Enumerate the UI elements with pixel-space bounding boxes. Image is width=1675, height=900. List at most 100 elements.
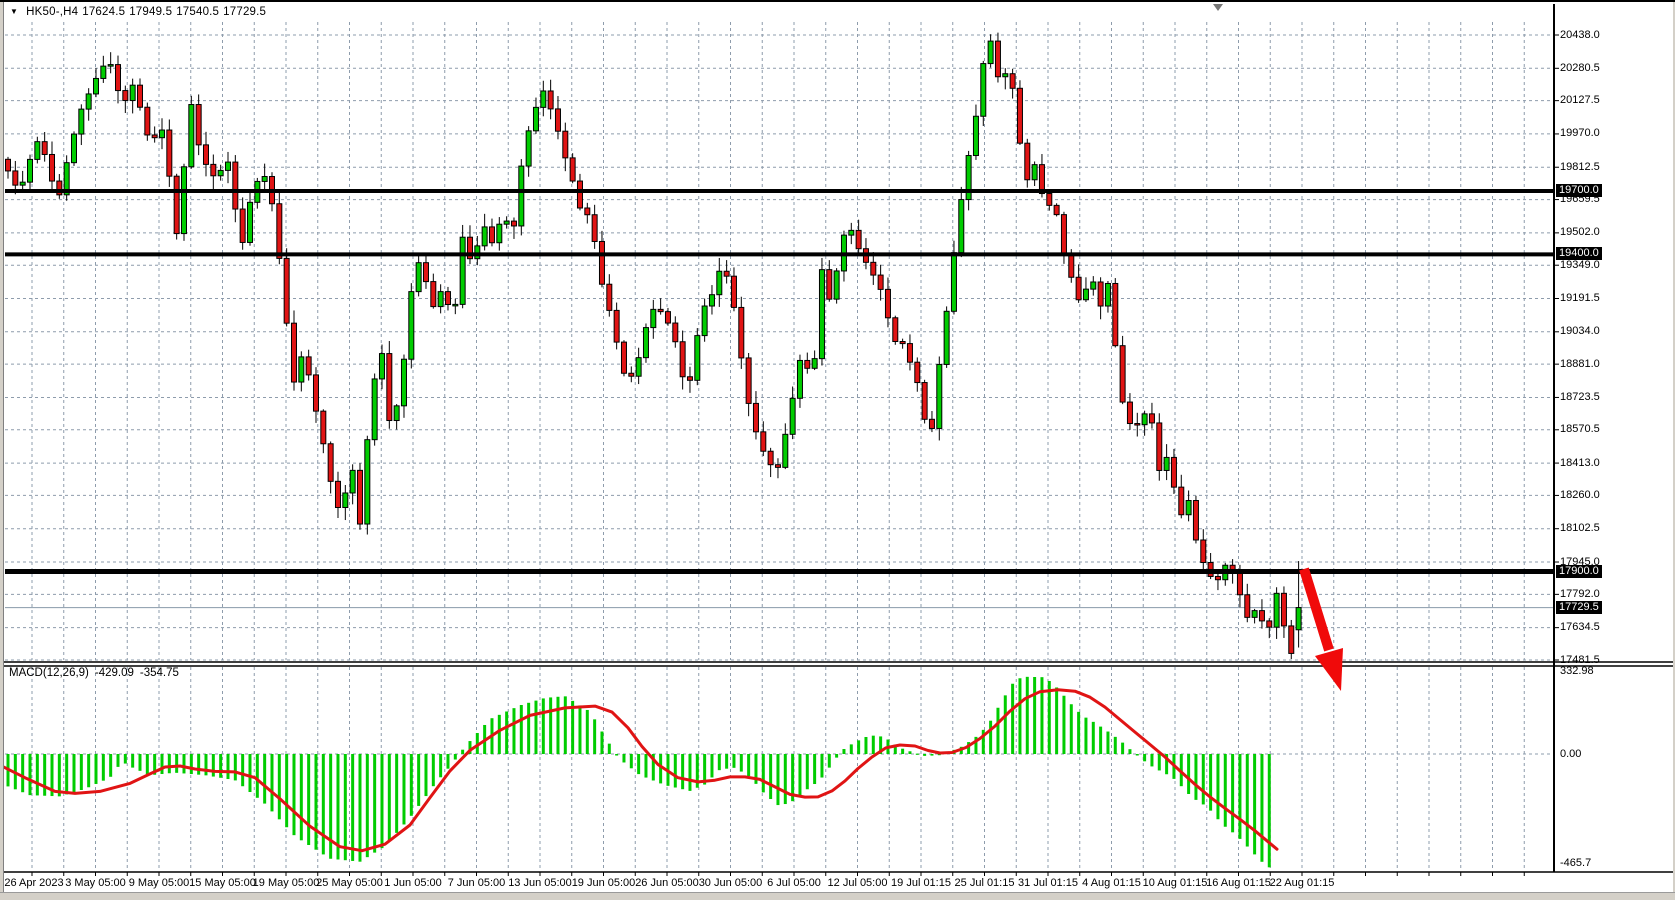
candle-bearish[interactable]	[152, 135, 157, 138]
candle-bearish[interactable]	[577, 181, 582, 208]
candle-bearish[interactable]	[1215, 576, 1220, 579]
candle-bullish[interactable]	[394, 406, 399, 421]
candle-bearish[interactable]	[13, 171, 18, 185]
candle-bearish[interactable]	[203, 145, 208, 165]
candle-bullish[interactable]	[299, 357, 304, 382]
candle-bearish[interactable]	[42, 142, 47, 155]
candle-bullish[interactable]	[1252, 611, 1257, 618]
candle-bearish[interactable]	[387, 354, 392, 421]
candle-bullish[interactable]	[460, 237, 465, 304]
candle-bearish[interactable]	[680, 342, 685, 377]
candle-bullish[interactable]	[130, 85, 135, 100]
candle-bearish[interactable]	[871, 262, 876, 275]
candle-bullish[interactable]	[504, 221, 509, 224]
candle-bearish[interactable]	[1289, 626, 1294, 654]
candle-bearish[interactable]	[805, 360, 810, 368]
candle-bearish[interactable]	[621, 342, 626, 373]
candle-bullish[interactable]	[643, 328, 648, 358]
candle-bearish[interactable]	[761, 432, 766, 451]
candle-bearish[interactable]	[1076, 277, 1081, 299]
candle-bullish[interactable]	[71, 134, 76, 163]
candle-bullish[interactable]	[35, 142, 40, 160]
candle-bullish[interactable]	[438, 292, 443, 307]
candle-bearish[interactable]	[174, 176, 179, 233]
candle-bullish[interactable]	[1105, 283, 1110, 306]
candle-bullish[interactable]	[651, 309, 656, 327]
candle-bearish[interactable]	[687, 377, 692, 381]
candle-bullish[interactable]	[79, 109, 84, 134]
candle-bearish[interactable]	[1245, 595, 1250, 618]
candle-bearish[interactable]	[1259, 611, 1264, 621]
candle-bearish[interactable]	[1179, 487, 1184, 515]
candle-bullish[interactable]	[93, 78, 98, 93]
candle-bearish[interactable]	[1149, 414, 1154, 423]
candle-bearish[interactable]	[563, 131, 568, 158]
candle-bearish[interactable]	[240, 209, 245, 242]
candle-bullish[interactable]	[695, 336, 700, 381]
candle-bearish[interactable]	[1010, 74, 1015, 89]
candle-bullish[interactable]	[1091, 282, 1096, 289]
candle-bullish[interactable]	[497, 224, 502, 243]
candle-bearish[interactable]	[585, 208, 590, 215]
candle-bearish[interactable]	[1113, 283, 1118, 345]
candle-bearish[interactable]	[878, 275, 883, 289]
candle-bullish[interactable]	[181, 167, 186, 234]
candle-bearish[interactable]	[1171, 457, 1176, 487]
candle-bullish[interactable]	[416, 263, 421, 292]
candle-bearish[interactable]	[658, 309, 663, 311]
candle-bearish[interactable]	[1061, 215, 1066, 254]
candle-bearish[interactable]	[731, 276, 736, 307]
candle-bearish[interactable]	[614, 310, 619, 342]
candle-bullish[interactable]	[159, 130, 164, 138]
candle-bullish[interactable]	[849, 230, 854, 235]
candle-bullish[interactable]	[189, 105, 194, 167]
candle-bearish[interactable]	[570, 158, 575, 181]
candle-bearish[interactable]	[211, 164, 216, 175]
candle-bullish[interactable]	[86, 94, 91, 109]
candle-bullish[interactable]	[1186, 501, 1191, 515]
candle-bullish[interactable]	[1274, 593, 1279, 627]
candle-bullish[interactable]	[1142, 414, 1147, 425]
candle-bullish[interactable]	[944, 311, 949, 364]
triangle-down-icon[interactable]: ▼	[10, 8, 18, 16]
candle-bullish[interactable]	[797, 360, 802, 398]
candle-bearish[interactable]	[277, 204, 282, 259]
candle-bullish[interactable]	[350, 470, 355, 493]
candle-bullish[interactable]	[475, 246, 480, 259]
candle-bullish[interactable]	[988, 41, 993, 63]
candle-bearish[interactable]	[335, 481, 340, 507]
candle-bullish[interactable]	[343, 493, 348, 508]
candle-bullish[interactable]	[1003, 74, 1008, 77]
candle-bullish[interactable]	[482, 227, 487, 246]
candle-bearish[interactable]	[445, 292, 450, 305]
candle-bearish[interactable]	[1054, 205, 1059, 214]
candle-bearish[interactable]	[900, 342, 905, 344]
candle-bullish[interactable]	[834, 271, 839, 299]
candle-bullish[interactable]	[27, 159, 32, 182]
candle-bearish[interactable]	[1127, 402, 1132, 423]
candle-bearish[interactable]	[555, 109, 560, 131]
candle-bearish[interactable]	[1157, 423, 1162, 471]
candle-bearish[interactable]	[196, 105, 201, 145]
candle-bullish[interactable]	[526, 131, 531, 166]
candle-bullish[interactable]	[379, 354, 384, 379]
candle-bearish[interactable]	[1135, 424, 1140, 426]
candle-bullish[interactable]	[20, 182, 25, 185]
candle-bearish[interactable]	[746, 358, 751, 403]
candle-bearish[interactable]	[1025, 143, 1030, 180]
candle-bullish[interactable]	[218, 170, 223, 175]
candle-bearish[interactable]	[827, 270, 832, 300]
candle-bullish[interactable]	[1083, 289, 1088, 300]
candle-bearish[interactable]	[995, 41, 1000, 77]
candle-bearish[interactable]	[673, 323, 678, 342]
candle-bearish[interactable]	[768, 451, 773, 464]
candle-bearish[interactable]	[885, 289, 890, 317]
candle-bearish[interactable]	[328, 444, 333, 482]
candle-bearish[interactable]	[629, 373, 634, 376]
candle-bearish[interactable]	[6, 159, 11, 171]
candle-bearish[interactable]	[321, 411, 326, 444]
candle-bullish[interactable]	[372, 379, 377, 440]
candle-bearish[interactable]	[423, 263, 428, 282]
candle-bearish[interactable]	[724, 271, 729, 276]
candle-bearish[interactable]	[115, 65, 120, 91]
